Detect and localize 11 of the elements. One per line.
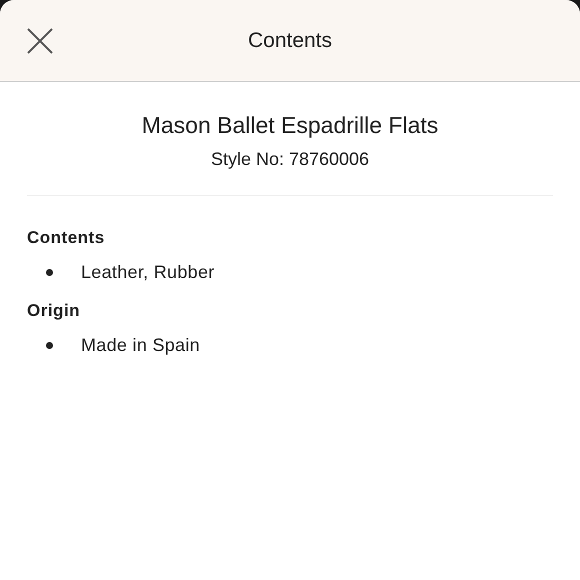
product-name: Mason Ballet Espadrille Flats [142,112,438,139]
section-heading: Origin [27,301,82,321]
bullet-icon [46,269,53,276]
list-item-text: Made in Spain [81,335,200,356]
style-number: Style No: 78760006 [210,149,370,170]
close-icon [27,28,53,54]
close-button[interactable] [27,28,53,54]
section-heading: Contents [27,228,106,248]
bullet-icon [46,342,53,349]
header-title: Contents [248,28,332,52]
list-item-text: Leather, Rubber [81,262,215,283]
